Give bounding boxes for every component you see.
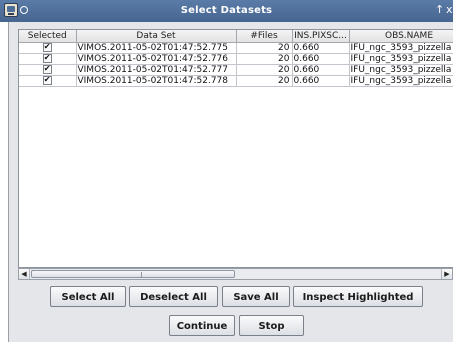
selected-checkbox[interactable] xyxy=(42,65,52,74)
window-title: Select Datasets xyxy=(180,5,273,16)
scroll-left-icon[interactable]: ◀ xyxy=(19,269,30,279)
table-row[interactable]: VIMOS.2011-05-02T01:47:52.775 20 0.660 I… xyxy=(19,42,453,54)
selected-cell[interactable] xyxy=(19,53,77,65)
pixsc-cell[interactable]: 0.660 xyxy=(292,42,350,54)
obs-name-cell[interactable]: IFU_ngc_3593_pizzella xyxy=(349,53,453,65)
selected-checkbox[interactable] xyxy=(42,76,52,85)
title-bar: Select Datasets ↑ x xyxy=(0,0,453,22)
files-cell[interactable]: 20 xyxy=(236,53,293,65)
pixsc-cell[interactable]: 0.660 xyxy=(292,53,350,65)
stop-button[interactable]: Stop xyxy=(239,315,304,336)
data-set-cell[interactable]: VIMOS.2011-05-02T01:47:52.775 xyxy=(76,42,237,54)
selected-checkbox[interactable] xyxy=(42,54,52,63)
horizontal-scrollbar[interactable]: ◀ ▶ xyxy=(18,268,453,280)
selected-checkbox[interactable] xyxy=(42,43,52,52)
pixsc-cell[interactable]: 0.660 xyxy=(292,75,350,87)
column-header-data-set[interactable]: Data Set xyxy=(76,30,237,43)
files-cell[interactable]: 20 xyxy=(236,42,293,54)
select-all-button[interactable]: Select All xyxy=(50,286,126,307)
continue-button[interactable]: Continue xyxy=(169,315,235,336)
obs-name-cell[interactable]: IFU_ngc_3593_pizzella xyxy=(349,42,453,54)
data-set-cell[interactable]: VIMOS.2011-05-02T01:47:52.778 xyxy=(76,75,237,87)
close-icon[interactable]: x xyxy=(446,3,453,17)
obs-name-cell[interactable]: IFU_ngc_3593_pizzella xyxy=(349,75,453,87)
selected-cell[interactable] xyxy=(19,42,77,54)
datasets-table[interactable]: Selected Data Set #Files INS.PIXSC... OB… xyxy=(18,29,453,268)
data-set-cell[interactable]: VIMOS.2011-05-02T01:47:52.776 xyxy=(76,53,237,65)
deselect-all-button[interactable]: Deselect All xyxy=(129,286,218,307)
selected-cell[interactable] xyxy=(19,64,77,76)
selected-cell[interactable] xyxy=(19,75,77,87)
data-set-cell[interactable]: VIMOS.2011-05-02T01:47:52.777 xyxy=(76,64,237,76)
files-cell[interactable]: 20 xyxy=(236,64,293,76)
scroll-grip xyxy=(141,272,142,277)
inspect-highlighted-button[interactable]: Inspect Highlighted xyxy=(293,286,423,307)
table-row[interactable]: VIMOS.2011-05-02T01:47:52.777 20 0.660 I… xyxy=(19,64,453,76)
column-header-obs-name[interactable]: OBS.NAME xyxy=(349,30,453,43)
table-header-row: Selected Data Set #Files INS.PIXSC... OB… xyxy=(19,30,453,43)
table-row[interactable]: VIMOS.2011-05-02T01:47:52.776 20 0.660 I… xyxy=(19,53,453,65)
column-header-selected[interactable]: Selected xyxy=(19,30,77,43)
scroll-thumb[interactable] xyxy=(31,270,235,278)
column-header-files[interactable]: #Files xyxy=(236,30,293,43)
dialog-border xyxy=(8,22,9,342)
arrow-up-icon[interactable]: ↑ xyxy=(435,3,444,17)
table-row[interactable]: VIMOS.2011-05-02T01:47:52.778 20 0.660 I… xyxy=(19,75,453,87)
obs-name-cell[interactable]: IFU_ngc_3593_pizzella xyxy=(349,64,453,76)
column-header-ins-pixsc[interactable]: INS.PIXSC... xyxy=(292,30,350,43)
save-all-button[interactable]: Save All xyxy=(222,286,290,307)
pixsc-cell[interactable]: 0.660 xyxy=(292,64,350,76)
files-cell[interactable]: 20 xyxy=(236,75,293,87)
scroll-right-icon[interactable]: ▶ xyxy=(441,269,452,279)
